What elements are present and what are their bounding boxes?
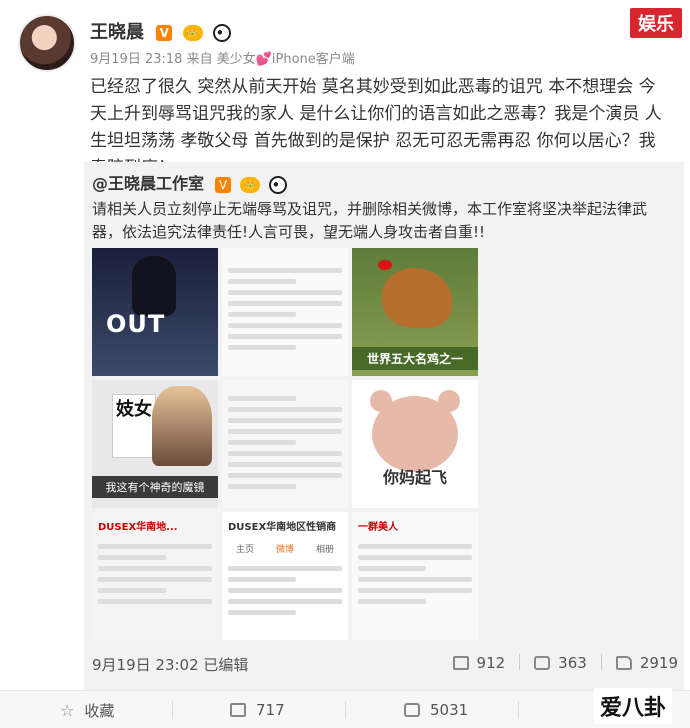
- favorite-label: 收藏: [84, 701, 115, 720]
- repost-comment-count: 363: [558, 654, 587, 672]
- grid-image-2[interactable]: [222, 248, 348, 376]
- screenshot-title: DUSEX华南地区性销商: [228, 522, 337, 533]
- screenshot-tab-2: 微博: [276, 545, 295, 555]
- vip-badge-icon: V: [215, 176, 232, 193]
- screenshot-lines: [228, 390, 342, 495]
- favorite-button[interactable]: ☆ 收藏: [60, 691, 114, 728]
- grid-image-6[interactable]: 你妈起飞: [352, 380, 478, 508]
- repost-footer: 9月19日 23:02 已编辑 912 363 2919: [84, 648, 684, 684]
- star-icon: ☆: [60, 700, 75, 720]
- grid-image-1[interactable]: OUT: [92, 248, 218, 376]
- panda-badge-icon: [269, 175, 288, 194]
- screenshot-tab-1: 主页: [236, 545, 255, 555]
- repost-header: @王晓晨工作室 V 👑: [92, 170, 288, 194]
- avatar[interactable]: [18, 14, 76, 72]
- comment-count: 5031: [430, 701, 469, 719]
- comment-icon: [404, 703, 420, 717]
- post-time[interactable]: 9月19日 23:18: [90, 52, 182, 67]
- repost-like-button[interactable]: 2919: [615, 654, 678, 672]
- screenshot-tab-3: 相册: [316, 545, 335, 555]
- screenshot-lines: [228, 262, 342, 356]
- grid-image-5[interactable]: [222, 380, 348, 508]
- chicken-illustration: [382, 268, 452, 328]
- screenshot-title: DUSEX华南地...: [98, 522, 178, 533]
- brand-watermark: 爱八卦: [593, 688, 672, 724]
- divider: [519, 654, 521, 670]
- crown-badge-icon: 👑: [182, 25, 203, 41]
- sign-board: 妓女: [112, 394, 156, 458]
- person-illustration: [152, 386, 212, 466]
- divider: [600, 654, 602, 670]
- screenshot-lines: [98, 538, 212, 610]
- bear-illustration: [372, 396, 458, 472]
- comment-button[interactable]: 5031: [404, 691, 468, 728]
- screenshot-lines: [228, 560, 342, 621]
- post-action-bar: ☆ 收藏 717 5031: [0, 690, 690, 728]
- image-caption: 你妈起飞: [382, 468, 447, 487]
- repost-text: 请相关人员立刻停止无端辱骂及诅咒，并删除相关微博，本工作室将坚决举起法律武器，依…: [92, 200, 648, 241]
- panda-badge-icon: [212, 24, 231, 42]
- image-caption: 世界五大名鸡之一: [352, 347, 478, 370]
- repost-author[interactable]: @王晓晨工作室: [92, 174, 204, 193]
- screenshot-title: 一群美人: [358, 522, 398, 533]
- grid-image-3[interactable]: 世界五大名鸡之一: [352, 248, 478, 376]
- repost-actions: 912 363 2919: [452, 654, 678, 672]
- grid-image-8[interactable]: DUSEX华南地区性销商 主页 微博 相册: [222, 512, 348, 640]
- comment-icon: [534, 656, 551, 670]
- repost-like-count: 2919: [639, 654, 678, 672]
- share-count: 717: [256, 701, 285, 719]
- author-name[interactable]: 王晓晨: [90, 22, 144, 43]
- repost-share-count: 912: [476, 654, 506, 672]
- divider: [518, 701, 519, 719]
- weibo-post: 王晓晨 V 👑 9月19日 23:18 来自 美少女💕iPhone客户端 已经忍…: [0, 0, 690, 690]
- repost-time-row: 9月19日 23:02 已编辑: [92, 654, 248, 675]
- repost-comment-button[interactable]: 363: [534, 654, 587, 672]
- divider: [345, 701, 346, 719]
- edited-label: 已编辑: [203, 656, 249, 674]
- post-source: 美少女💕iPhone客户端: [216, 52, 355, 67]
- crown-badge-icon: 👑: [240, 176, 261, 193]
- grid-image-7[interactable]: DUSEX华南地...: [92, 512, 218, 640]
- repost-share-button[interactable]: 912: [452, 654, 506, 672]
- share-icon: [452, 656, 469, 670]
- image-caption: 我这有个神奇的魔镜: [92, 476, 218, 498]
- post-meta: 9月19日 23:18 来自 美少女💕iPhone客户端: [90, 48, 355, 67]
- screenshot-lines: [358, 538, 472, 610]
- thumbs-up-icon: [615, 656, 632, 670]
- chicken-comb-shape: [378, 260, 392, 270]
- reposted-weibo[interactable]: @王晓晨工作室 V 👑 请相关人员立刻停止无端辱骂及诅咒，并删除相关微博，本工作…: [84, 162, 684, 690]
- post-author[interactable]: 王晓晨 V 👑: [90, 18, 231, 44]
- post-header: 王晓晨 V 👑 9月19日 23:18 来自 美少女💕iPhone客户端: [18, 12, 618, 72]
- grid-image-9[interactable]: 一群美人: [352, 512, 478, 640]
- image-caption: OUT: [106, 310, 166, 338]
- share-button[interactable]: 717: [230, 691, 285, 728]
- vip-badge-icon: V: [156, 25, 173, 41]
- post-source-prefix: 来自: [186, 52, 213, 67]
- divider: [172, 701, 173, 719]
- figure-illustration: [132, 256, 176, 316]
- grid-image-4[interactable]: 妓女 我这有个神奇的魔镜: [92, 380, 218, 508]
- image-grid: OUT 世界五大名鸡之一 妓女 我这有个神奇的魔镜 你妈起飞 DUSEX华南地.…: [92, 248, 482, 642]
- share-icon: [230, 703, 246, 717]
- repost-time[interactable]: 9月19日 23:02: [92, 656, 199, 674]
